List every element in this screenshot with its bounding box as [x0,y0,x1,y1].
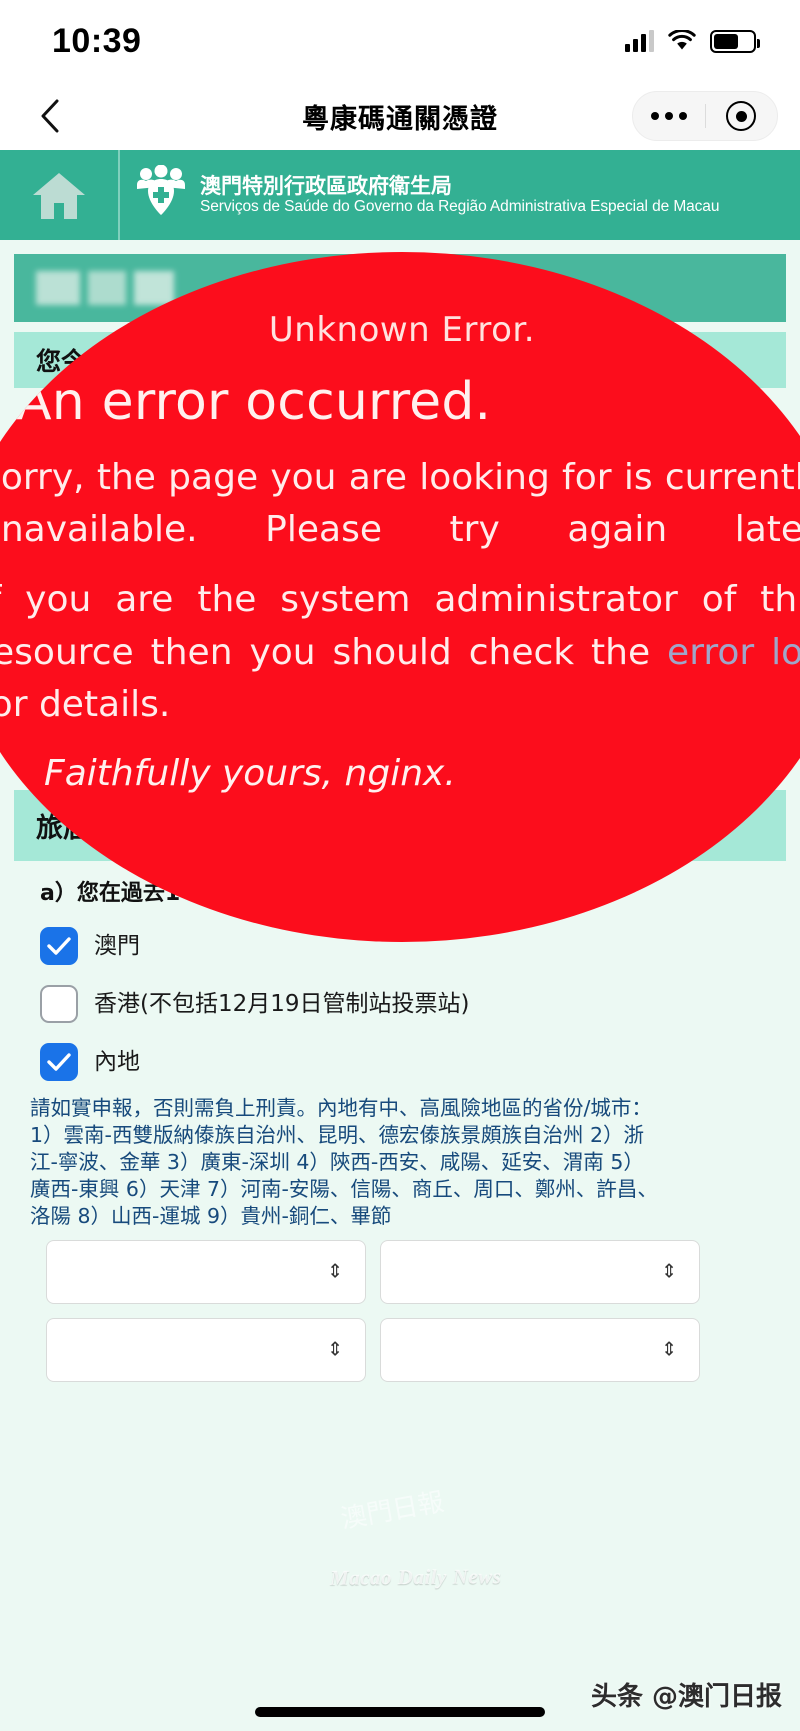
gov-title-cn: 澳門特別行政區政府衛生局 [200,173,452,198]
close-capsule-icon[interactable] [706,92,778,140]
travel-option-hongkong[interactable]: 香港(不包括12月19日管制站投票站) [0,965,800,1023]
travel-option-label: 內地 [94,1049,140,1075]
home-icon[interactable] [0,150,120,240]
travel-option-label: 香港(不包括12月19日管制站投票站) [94,991,470,1017]
notice-line-2: 江-寧波、金華 3）廣東-深圳 4）陝西-西安、咸陽、延安、渭南 5） [30,1150,644,1175]
province-select-2[interactable]: ⇕ [46,1318,366,1383]
checkbox[interactable] [40,985,78,1023]
error-paragraph-2-post: for details. [0,683,171,725]
wifi-icon [668,29,696,52]
nginx-error-overlay: Unknown Error. An error occurred. Sorry,… [0,252,800,942]
checkbox-checked[interactable] [40,1043,78,1081]
home-indicator [255,1707,545,1717]
risk-area-notice: 請如實申報，否則需負上刑責。內地有中、高風險地區的省份/城市： 1）雲南-西雙版… [0,1081,800,1230]
city-select-2[interactable]: ⇕ [380,1318,700,1383]
redacted-name [36,271,174,305]
battery-icon [710,29,760,53]
error-paragraph-1: Sorry, the page you are looking for is c… [0,457,800,551]
error-heading: An error occurred. [16,372,492,432]
status-time: 10:39 [52,21,142,60]
nav-bar: 粵康碼通關憑證 [0,82,800,150]
gov-title-block: 澳門特別行政區政府衛生局 Serviços de Saúde do Govern… [190,150,719,240]
travel-option-label: 澳門 [94,933,140,959]
error-log-link[interactable]: error log [667,632,800,673]
chevron-updown-icon: ⇕ [661,1339,677,1361]
watermark-macao-daily-news: Macao Daily News [329,1564,502,1590]
travel-option-mainland[interactable]: 內地 [0,1023,800,1081]
checkbox-checked[interactable] [40,927,78,965]
wechat-capsule [632,91,778,141]
status-bar: 10:39 [0,0,800,82]
cellular-signal-icon [625,30,654,52]
more-options-icon[interactable] [633,92,705,140]
chevron-updown-icon: ⇕ [661,1261,677,1283]
notice-line-1: 1）雲南-西雙版納傣族自治州、昆明、德宏傣族景頗族自治州 2）浙 [30,1123,644,1148]
error-paragraph-2: If you are the system administrator of t… [0,574,800,731]
location-select-grid: ⇕ ⇕ ⇕ ⇕ [0,1230,800,1383]
chevron-updown-icon: ⇕ [327,1339,343,1361]
chevron-updown-icon: ⇕ [327,1261,343,1283]
status-icons [625,29,760,53]
back-button[interactable] [30,96,70,136]
notice-line-0: 請如實申報，否則需負上刑責。內地有中、高風險地區的省份/城市： [30,1096,652,1120]
notice-line-4: 洛陽 8）山西-運城 9）貴州-銅仁、畢節 [30,1204,392,1229]
notice-line-3: 廣西-東興 6）天津 7）河南-安陽、信陽、商丘、周口、鄭州、許昌、 [30,1177,658,1202]
gov-header: 澳門特別行政區政府衛生局 Serviços de Saúde do Govern… [0,150,800,240]
phone-screen: 10:39 粵康碼通關憑證 澳門特別行政區政府衛生局 Serviços de S… [0,0,800,1731]
province-select-1[interactable]: ⇕ [46,1240,366,1305]
gov-title-pt: Serviços de Saúde do Governo da Região A… [200,197,720,215]
watermark-toutiao: 头条 @澳门日报 [590,1682,782,1712]
health-services-shield-icon [132,150,190,240]
city-select-1[interactable]: ⇕ [380,1240,700,1305]
error-signature: Faithfully yours, nginx. [44,752,456,794]
